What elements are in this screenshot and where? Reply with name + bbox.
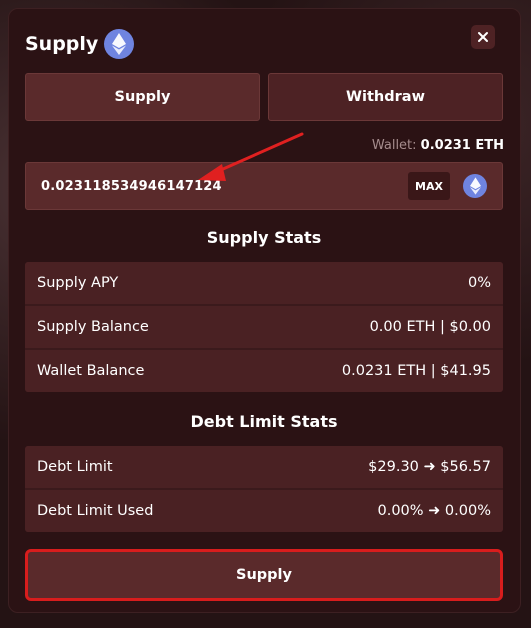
stat-value: 0.00% ➜ 0.00%	[377, 503, 492, 519]
stat-value: 0.00 ETH | $0.00	[369, 319, 491, 335]
stat-row-supply-apy: Supply APY 0%	[25, 262, 503, 304]
supply-submit-button[interactable]: Supply	[25, 549, 503, 601]
action-tabs: Supply Withdraw	[25, 73, 503, 121]
stat-value: 0%	[467, 275, 491, 291]
close-icon	[478, 32, 488, 42]
ethereum-icon	[463, 174, 487, 198]
wallet-value: 0.0231 ETH	[420, 138, 504, 153]
stat-row-debt-limit-used: Debt Limit Used 0.00% ➜ 0.00%	[25, 490, 503, 532]
stat-row-supply-balance: Supply Balance 0.00 ETH | $0.00	[25, 306, 503, 348]
amount-value[interactable]: 0.023118534946147124	[41, 179, 222, 194]
stat-label: Debt Limit	[37, 459, 113, 475]
modal-title: Supply	[25, 33, 99, 55]
wallet-balance-line: Wallet: 0.0231 ETH	[372, 138, 504, 153]
stat-value: $29.30 ➜ $56.57	[368, 459, 491, 475]
wallet-label: Wallet:	[371, 138, 417, 153]
stat-row-wallet-balance: Wallet Balance 0.0231 ETH | $41.95	[25, 350, 503, 392]
close-button[interactable]	[471, 25, 495, 49]
amount-input[interactable]: 0.023118534946147124 MAX	[25, 162, 503, 210]
stat-row-debt-limit: Debt Limit $29.30 ➜ $56.57	[25, 446, 503, 488]
tab-withdraw[interactable]: Withdraw	[268, 73, 503, 121]
stat-value: 0.0231 ETH | $41.95	[341, 363, 491, 379]
stat-label: Debt Limit Used	[37, 503, 154, 519]
modal-header: Supply	[25, 29, 135, 59]
stat-label: Supply Balance	[37, 319, 149, 335]
stat-label: Wallet Balance	[37, 363, 145, 379]
debt-limit-stats-title: Debt Limit Stats	[190, 412, 338, 431]
max-button[interactable]: MAX	[408, 172, 450, 200]
supply-modal: Supply Supply Withdraw Wallet: 0.0231 ET…	[8, 8, 521, 613]
debt-limit-stats-list: Debt Limit $29.30 ➜ $56.57 Debt Limit Us…	[25, 446, 503, 532]
tab-supply[interactable]: Supply	[25, 73, 260, 121]
supply-stats-title: Supply Stats	[206, 228, 322, 247]
supply-stats-list: Supply APY 0% Supply Balance 0.00 ETH | …	[25, 262, 503, 392]
ethereum-icon	[104, 29, 135, 59]
stat-label: Supply APY	[37, 275, 119, 291]
